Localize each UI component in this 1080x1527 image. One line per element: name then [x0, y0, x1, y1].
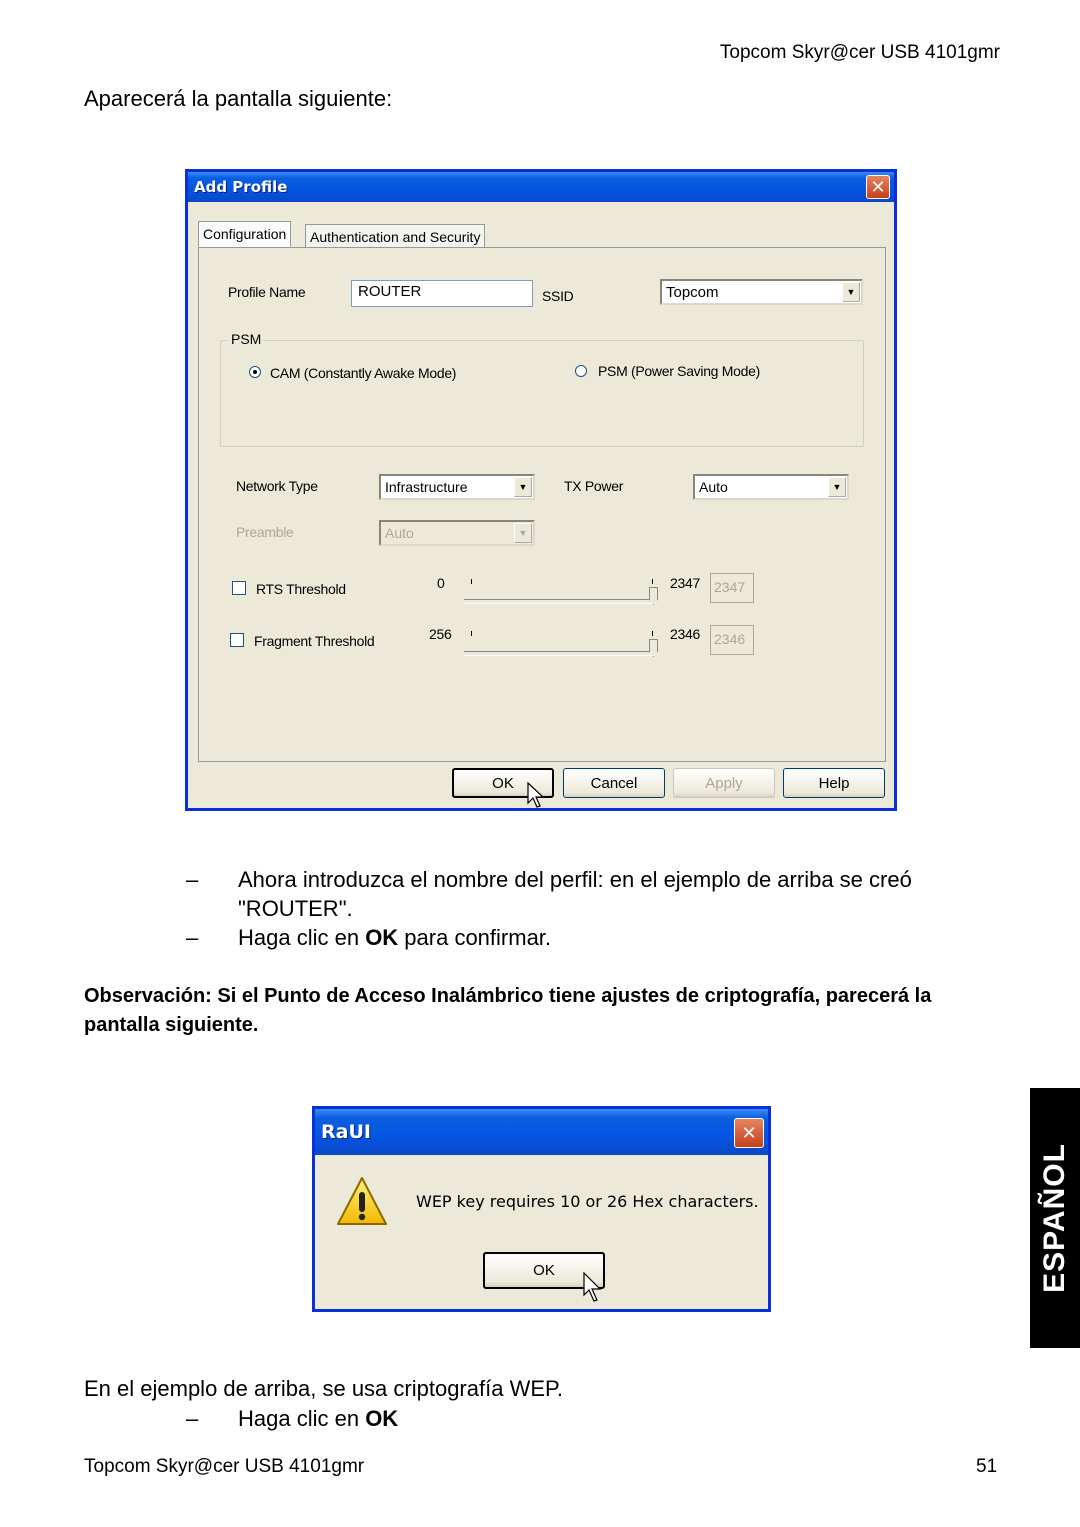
fragment-value-field: 2346 [710, 625, 754, 655]
page-header: Topcom Skyr@cer USB 4101gmr [719, 42, 1000, 63]
rts-min-label: 0 [437, 575, 445, 591]
preamble-select: Auto ▼ [379, 520, 535, 546]
chevron-down-icon[interactable]: ▼ [842, 282, 860, 302]
bullet-dash: – [186, 867, 199, 892]
close-button[interactable]: ✕ [866, 175, 890, 199]
raui-titlebar: RaUI ✕ [315, 1109, 768, 1155]
add-profile-dialog: Add Profile ✕ Configuration Authenticati… [185, 169, 897, 811]
rts-max-label: 2347 [670, 575, 700, 591]
bullet-text-part: Haga clic en [238, 1406, 366, 1431]
slider-tick [471, 631, 472, 636]
radio-cam[interactable] [249, 366, 261, 378]
tx-power-label: TX Power [564, 478, 624, 494]
slider-tick [652, 579, 653, 584]
slider-tick [471, 579, 472, 584]
bullet-text-part: para confirmar. [398, 925, 552, 950]
cancel-button[interactable]: Cancel [563, 768, 665, 798]
fragment-min-label: 256 [429, 626, 452, 642]
close-icon: ✕ [741, 1122, 757, 1144]
ssid-value: Topcom [666, 284, 719, 301]
bullet-dash: – [186, 1406, 199, 1431]
rts-threshold-checkbox[interactable] [232, 581, 246, 595]
rts-value-field: 2347 [710, 573, 754, 603]
chevron-down-icon[interactable]: ▼ [514, 477, 532, 497]
language-side-tab: ESPAÑOL [1030, 1088, 1080, 1348]
raui-message: WEP key requires 10 or 26 Hex characters… [416, 1192, 759, 1211]
preamble-label: Preamble [236, 524, 294, 540]
dialog-title: RaUI [321, 1121, 371, 1143]
intro-text: Aparecerá la pantalla siguiente: [84, 86, 393, 111]
psm-group-title: PSM [228, 331, 265, 347]
apply-button: Apply [673, 768, 775, 798]
bullet-text-part: Haga clic en [238, 925, 366, 950]
bullet-bold-ok: OK [365, 1406, 399, 1431]
radio-psm-label[interactable]: PSM (Power Saving Mode) [598, 363, 760, 379]
help-button[interactable]: Help [783, 768, 885, 798]
tab-configuration[interactable]: Configuration [198, 221, 292, 247]
side-tab-label: ESPAÑOL [1038, 1143, 1071, 1293]
chevron-down-icon: ▼ [514, 523, 532, 543]
rts-slider-track[interactable] [464, 599, 654, 604]
close-icon: ✕ [870, 176, 886, 198]
rts-threshold-label[interactable]: RTS Threshold [256, 581, 346, 597]
profile-name-label: Profile Name [228, 284, 306, 300]
network-type-select[interactable]: Infrastructure ▼ [379, 474, 535, 500]
preamble-value: Auto [385, 525, 414, 541]
bullet-dash: – [186, 925, 199, 950]
ssid-label: SSID [542, 288, 574, 304]
bullet-text: Haga clic en OK para confirmar. [238, 923, 998, 952]
tx-power-select[interactable]: Auto ▼ [693, 474, 849, 500]
network-type-label: Network Type [236, 478, 318, 494]
network-type-value: Infrastructure [385, 479, 468, 495]
slider-tick [652, 631, 653, 636]
footer-title: Topcom Skyr@cer USB 4101gmr [84, 1456, 365, 1477]
radio-psm[interactable] [575, 365, 587, 377]
radio-cam-label[interactable]: CAM (Constantly Awake Mode) [270, 365, 456, 381]
raui-dialog: RaUI ✕ WEP key requires 10 or 26 Hex cha… [312, 1106, 771, 1312]
tab-label: Configuration [203, 226, 287, 242]
fragment-slider-track[interactable] [464, 651, 654, 656]
psm-groupbox: PSM CAM (Constantly Awake Mode) PSM (Pow… [220, 331, 864, 447]
mouse-pointer-icon [583, 1272, 602, 1302]
tab-authentication-security[interactable]: Authentication and Security [305, 224, 486, 249]
bullet-text: Ahora introduzca el nombre del perfil: e… [238, 867, 912, 921]
tab-label: Authentication and Security [310, 229, 481, 245]
bullet-text: Haga clic en OK [238, 1404, 998, 1433]
fragment-threshold-label[interactable]: Fragment Threshold [254, 633, 375, 649]
configuration-panel: Profile Name ROUTER SSID Topcom ▼ PSM CA… [198, 247, 886, 762]
add-profile-titlebar: Add Profile ✕ [188, 172, 894, 202]
bullet-bold-ok: OK [365, 925, 399, 950]
fragment-threshold-checkbox[interactable] [230, 633, 244, 647]
dialog-title: Add Profile [194, 178, 288, 196]
tx-power-value: Auto [699, 479, 728, 495]
ssid-select[interactable]: Topcom ▼ [660, 279, 863, 305]
warning-icon [337, 1177, 387, 1225]
page-number: 51 [976, 1456, 998, 1477]
observation-note: Observación: Si el Punto de Acceso Inalá… [84, 985, 932, 1036]
profile-name-input[interactable]: ROUTER [351, 280, 533, 307]
fragment-max-label: 2346 [670, 626, 700, 642]
chevron-down-icon[interactable]: ▼ [828, 477, 846, 497]
after-text: En el ejemplo de arriba, se usa criptogr… [84, 1376, 563, 1401]
close-button[interactable]: ✕ [734, 1118, 764, 1148]
mouse-pointer-icon [527, 782, 545, 808]
